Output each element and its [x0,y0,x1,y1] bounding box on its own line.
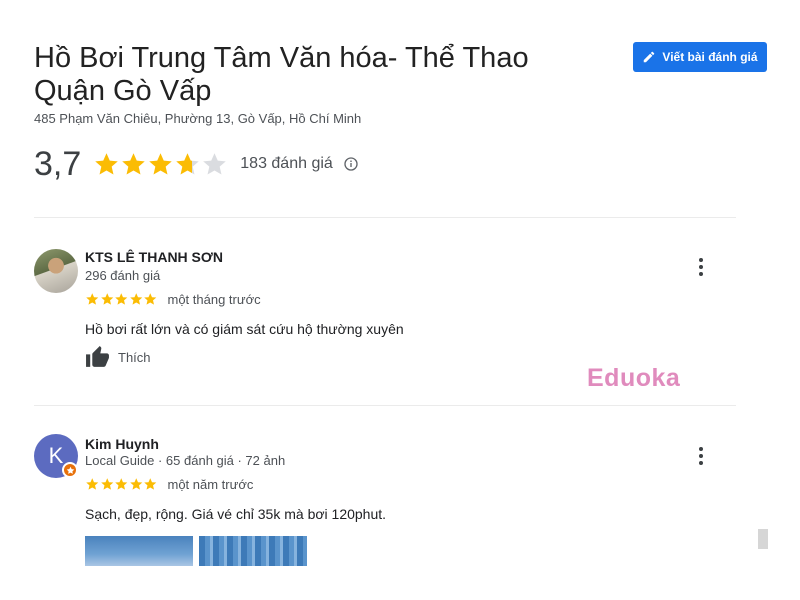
dot-icon [699,272,703,276]
watermark-logo: Eduoka [587,364,681,392]
reviewer-meta: Local Guide · 65 đánh giá · 72 ảnh [85,453,286,468]
review-text: Hồ bơi rất lớn và có giám sát cứu hộ thư… [85,321,404,337]
star-row [85,292,158,307]
star-row [85,477,158,492]
star-icon [149,152,173,175]
star-icon [203,152,227,175]
review-photo[interactable] [199,536,307,566]
review-text: Sạch, đẹp, rộng. Giá vé chỉ 35k mà bơi 1… [85,506,387,522]
local-guide-badge [62,462,78,478]
more-options-button[interactable] [696,257,706,277]
review-item: K Kim Huynh Local Guide · 65 đánh giá · … [34,434,736,568]
star-icon [129,478,142,490]
star-icon [122,152,146,175]
star-icon [144,478,157,490]
star-icon [66,466,74,474]
scrollbar-thumb[interactable] [758,529,768,549]
star-icon [115,293,128,305]
star-icon [100,293,113,305]
rating-summary: 3,7 183 đánh giá [34,145,359,183]
more-options-button[interactable] [696,446,706,466]
review-stars: một năm trước [85,477,253,492]
write-review-label: Viết bài đánh giá [662,50,758,64]
avatar-letter: K [48,443,64,468]
info-icon[interactable] [343,156,359,172]
avatar[interactable] [34,249,78,293]
place-address: 485 Phạm Văn Chiêu, Phường 13, Gò Vấp, H… [34,111,362,126]
divider [34,405,736,406]
review-time: một tháng trước [167,292,261,307]
pencil-icon [644,51,655,63]
dot-icon [699,454,703,458]
dot-icon [699,258,703,262]
place-title: Hồ Bơi Trung Tâm Văn hóa- Thể Thao Quận … [34,42,529,107]
like-label: Thích [118,350,151,365]
star-icon [144,293,157,305]
review-time: một năm trước [167,477,254,492]
like-button[interactable]: Thích [85,345,151,370]
review-photos [85,536,307,566]
reviewer-name[interactable]: Kim Huynh [85,436,159,452]
reviewer-meta: 296 đánh giá [85,268,161,283]
divider [34,217,736,218]
thumbs-up-icon [86,346,109,367]
rating-stars [93,151,228,178]
star-icon [129,293,142,305]
write-review-button[interactable]: Viết bài đánh giá [633,42,767,72]
star-icon [86,293,99,305]
review-photo[interactable] [85,536,193,566]
review-stars: một tháng trước [85,292,261,307]
star-icon [95,152,119,175]
rating-value: 3,7 [34,145,82,183]
reviewer-name[interactable]: KTS LÊ THANH SƠN [85,249,223,265]
star-icon [100,478,113,490]
dot-icon [699,447,703,451]
star-icon [176,152,200,175]
star-icon [115,478,128,490]
dot-icon [699,265,703,269]
star-icon [86,478,99,490]
dot-icon [699,461,703,465]
review-count-link[interactable]: 183 đánh giá [240,155,333,173]
